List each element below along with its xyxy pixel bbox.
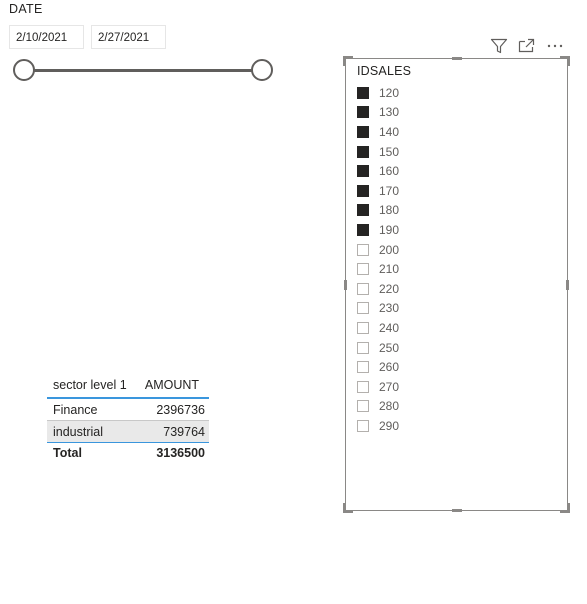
slicer-item[interactable]: 210 [357, 259, 399, 279]
end-slider-handle[interactable] [251, 59, 273, 81]
slicer-item-label: 250 [379, 340, 400, 355]
slicer-item[interactable]: 240 [357, 318, 399, 338]
checkbox[interactable] [357, 361, 369, 374]
checkbox[interactable] [357, 184, 369, 197]
slicer-item-label: 210 [379, 262, 400, 277]
slicer-item-label: 160 [379, 164, 400, 179]
total-label: Total [53, 445, 82, 460]
total-amount: 3136500 [156, 445, 205, 460]
resize-handle-top[interactable] [452, 57, 462, 60]
slicer-item[interactable]: 230 [357, 299, 399, 319]
slicer-item-label: 200 [379, 242, 400, 257]
resize-handle-bottom-right[interactable] [560, 503, 570, 513]
column-header-sector[interactable]: sector level 1 [47, 378, 135, 392]
resize-handle-top-right[interactable] [560, 56, 570, 66]
resize-handle-bottom[interactable] [452, 509, 462, 512]
cell-sector: Finance [53, 402, 98, 417]
slicer-item[interactable]: 250 [357, 338, 399, 358]
slicer-item[interactable]: 140 [357, 122, 399, 142]
slicer-item-label: 240 [379, 320, 400, 335]
date-range-slider-track[interactable] [24, 69, 262, 72]
slicer-item[interactable]: 290 [357, 416, 399, 436]
focus-mode-icon[interactable] [518, 38, 536, 54]
slicer-item-label: 290 [379, 418, 400, 433]
more-options-icon[interactable] [546, 38, 564, 54]
slicer-item-label: 270 [379, 379, 400, 394]
checkbox[interactable] [357, 243, 369, 256]
table-total-row: Total 3136500 [47, 442, 209, 462]
cell-amount: 739764 [163, 424, 205, 439]
resize-handle-left[interactable] [344, 280, 347, 290]
checkbox[interactable] [357, 125, 369, 138]
table-header-row: sector level 1 AMOUNT [47, 372, 209, 397]
slicer-item-label: 180 [379, 203, 400, 218]
table-row[interactable]: Finance 2396736 [47, 399, 209, 420]
checkbox[interactable] [357, 86, 369, 99]
slicer-item[interactable]: 120 [357, 83, 399, 103]
idsales-item-list: 120 130 140 150 160 170 180 190 200 210 220 230 240 2… [357, 83, 399, 436]
checkbox[interactable] [357, 380, 369, 393]
checkbox[interactable] [357, 321, 369, 334]
slicer-item[interactable]: 180 [357, 201, 399, 221]
checkbox[interactable] [357, 302, 369, 315]
slicer-item[interactable]: 170 [357, 181, 399, 201]
slicer-item[interactable]: 200 [357, 240, 399, 260]
column-header-amount[interactable]: AMOUNT [135, 378, 209, 392]
checkbox[interactable] [357, 341, 369, 354]
filter-icon[interactable] [490, 38, 508, 54]
checkbox[interactable] [357, 204, 369, 217]
resize-handle-top-left[interactable] [343, 56, 353, 66]
checkbox[interactable] [357, 263, 369, 276]
slicer-item-label: 230 [379, 301, 400, 316]
slicer-item-label: 140 [379, 124, 400, 139]
checkbox[interactable] [357, 106, 369, 119]
resize-handle-right[interactable] [566, 280, 569, 290]
slicer-item-label: 190 [379, 222, 400, 237]
slicer-item[interactable]: 130 [357, 103, 399, 123]
slicer-item-label: 260 [379, 360, 400, 375]
resize-handle-bottom-left[interactable] [343, 503, 353, 513]
slicer-item-label: 170 [379, 183, 400, 198]
date-slicer-title: DATE [9, 2, 43, 16]
slicer-item[interactable]: 220 [357, 279, 399, 299]
end-date-input[interactable]: 2/27/2021 [91, 25, 166, 49]
slicer-item-label: 220 [379, 281, 400, 296]
slicer-item[interactable]: 190 [357, 220, 399, 240]
checkbox[interactable] [357, 282, 369, 295]
slicer-item[interactable]: 150 [357, 142, 399, 162]
slicer-item-label: 130 [379, 105, 400, 120]
checkbox[interactable] [357, 165, 369, 178]
table-row[interactable]: industrial 739764 [47, 421, 209, 442]
sector-amount-table: sector level 1 AMOUNT Finance 2396736 in… [47, 372, 209, 462]
start-slider-handle[interactable] [13, 59, 35, 81]
checkbox[interactable] [357, 145, 369, 158]
idsales-slicer-title: IDSALES [357, 64, 412, 78]
slicer-item-label: 280 [379, 399, 400, 414]
slicer-item[interactable]: 270 [357, 377, 399, 397]
checkbox[interactable] [357, 223, 369, 236]
slicer-item[interactable]: 260 [357, 357, 399, 377]
slicer-item-label: 150 [379, 144, 400, 159]
cell-amount: 2396736 [156, 402, 205, 417]
cell-sector: industrial [53, 424, 104, 439]
slicer-item[interactable]: 160 [357, 161, 399, 181]
start-date-input[interactable]: 2/10/2021 [9, 25, 84, 49]
slicer-item[interactable]: 280 [357, 397, 399, 417]
checkbox[interactable] [357, 419, 369, 432]
checkbox[interactable] [357, 400, 369, 413]
slicer-item-label: 120 [379, 85, 400, 100]
